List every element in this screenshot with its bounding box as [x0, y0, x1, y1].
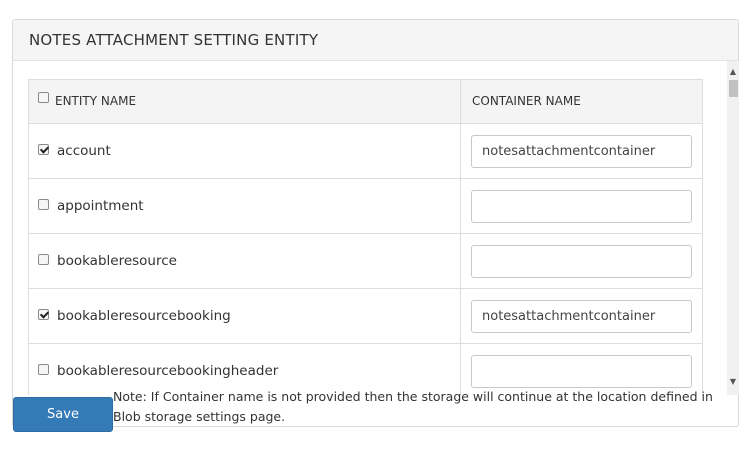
table-row: bookableresource: [29, 234, 702, 289]
scroll-down-arrow-icon[interactable]: ▼: [727, 375, 739, 389]
entity-name: account: [57, 143, 111, 159]
container-name-input[interactable]: [471, 245, 692, 278]
entity-name: bookableresource: [57, 253, 177, 269]
container-name-input[interactable]: [471, 300, 692, 333]
container-note: Note: If Container name is not provided …: [113, 389, 713, 424]
panel-header: NOTES ATTACHMENT SETTING ENTITY: [13, 20, 738, 61]
row-checkbox[interactable]: [38, 144, 49, 155]
save-button[interactable]: Save: [13, 397, 113, 432]
entity-name: appointment: [57, 198, 144, 214]
grid-header-row: ENTITY NAME CONTAINER NAME: [29, 80, 702, 124]
column-divider: [460, 80, 461, 123]
entity-grid: ENTITY NAME CONTAINER NAME account appoi…: [28, 79, 703, 395]
column-divider: [460, 289, 461, 343]
scrollbar-thumb[interactable]: [729, 80, 738, 97]
settings-panel: NOTES ATTACHMENT SETTING ENTITY ENTITY N…: [12, 19, 739, 427]
table-row: bookableresourcebooking: [29, 289, 702, 344]
entity-name: bookableresourcebookingheader: [57, 363, 279, 379]
container-name-column-header: CONTAINER NAME: [472, 94, 581, 108]
vertical-scrollbar[interactable]: ▲ ▼: [727, 61, 739, 395]
row-checkbox[interactable]: [38, 364, 49, 375]
table-row: appointment: [29, 179, 702, 234]
entity-name: bookableresourcebooking: [57, 308, 231, 324]
container-name-input[interactable]: [471, 190, 692, 223]
entity-name-column-header: ENTITY NAME: [55, 94, 137, 108]
column-divider: [460, 124, 461, 178]
row-checkbox[interactable]: [38, 309, 49, 320]
column-divider: [460, 234, 461, 288]
entity-grid-scroll-area: ENTITY NAME CONTAINER NAME account appoi…: [13, 61, 727, 395]
container-name-input[interactable]: [471, 355, 692, 388]
scroll-up-arrow-icon[interactable]: ▲: [727, 65, 739, 79]
panel-title: NOTES ATTACHMENT SETTING ENTITY: [29, 31, 319, 49]
column-divider: [460, 179, 461, 233]
table-row: account: [29, 124, 702, 179]
row-checkbox[interactable]: [38, 199, 49, 210]
row-checkbox[interactable]: [38, 254, 49, 265]
select-all-checkbox[interactable]: [38, 92, 49, 103]
container-name-input[interactable]: [471, 135, 692, 168]
